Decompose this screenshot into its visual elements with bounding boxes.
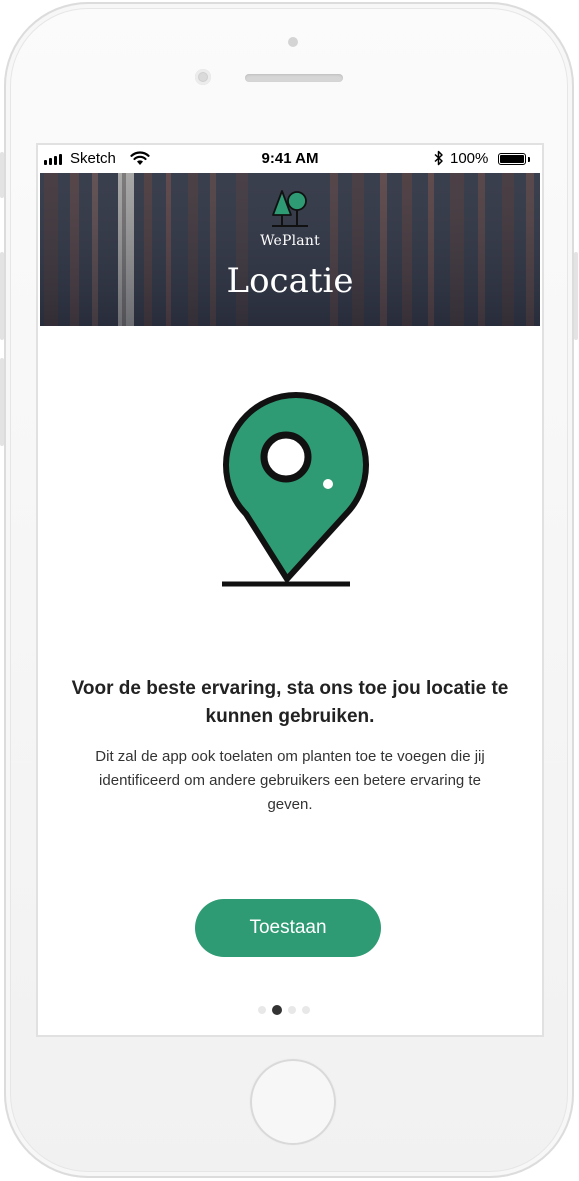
location-pin-icon	[222, 392, 369, 587]
brand-name: WePlant	[260, 233, 320, 249]
battery-icon	[498, 153, 526, 165]
home-button[interactable]	[250, 1059, 336, 1145]
allow-button[interactable]: Toestaan	[195, 899, 381, 957]
page-dot[interactable]	[302, 1006, 310, 1014]
battery-percentage: 100%	[450, 150, 489, 167]
silent-switch	[0, 152, 4, 198]
page-title: Locatie	[226, 261, 354, 301]
power-button	[574, 252, 578, 340]
page-dot[interactable]	[288, 1006, 296, 1014]
volume-down-button	[0, 358, 4, 446]
app-screen: Sketch 9:41 AM 100% WePlant Locatie Voor…	[38, 145, 542, 1035]
volume-up-button	[0, 252, 4, 340]
front-camera	[195, 69, 211, 85]
battery-tip	[528, 157, 530, 162]
status-bar: Sketch 9:41 AM 100%	[38, 145, 542, 173]
permission-description: Dit zal de app ook toelaten om planten t…	[95, 748, 485, 813]
page-dot[interactable]	[258, 1006, 266, 1014]
header-banner: WePlant Locatie	[40, 173, 540, 326]
proximity-sensor	[288, 37, 298, 47]
permission-headline: Voor de beste ervaring, sta ons toe jou …	[71, 678, 509, 727]
earpiece-speaker	[245, 74, 343, 82]
bluetooth-icon	[434, 150, 443, 166]
page-dot-active[interactable]	[272, 1005, 282, 1015]
page-indicator	[258, 1005, 310, 1015]
weplant-logo-icon	[272, 190, 308, 227]
